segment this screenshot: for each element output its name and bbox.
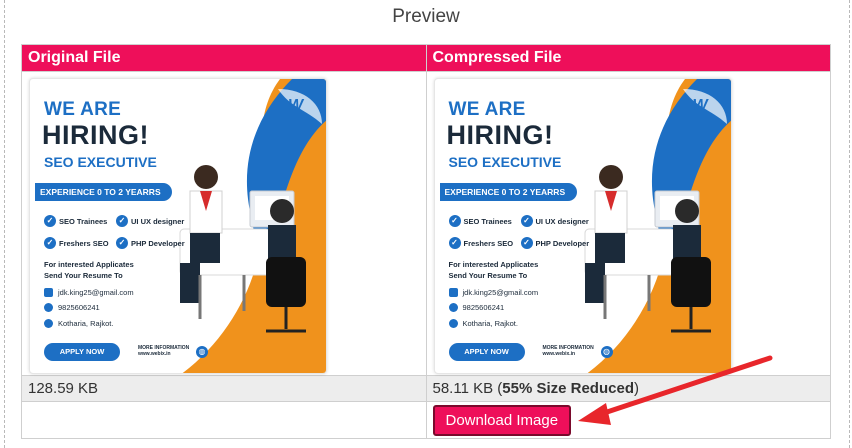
check-icon: ✓ [116,215,128,227]
whatsapp-icon [44,303,53,312]
skill-item: ✓ UI UX designer [520,215,589,227]
contact-phone: 9825606241 [448,303,505,312]
interest-line: Send Your Resume To [448,271,528,280]
download-image-button[interactable]: Download Image [432,404,572,436]
check-icon: ✓ [520,215,533,227]
contact-email: jdk.king25@gmail.com [44,288,134,297]
skill-label: PHP Developer [535,238,590,248]
phone-text: 9825606241 [462,303,505,312]
logo-letter: W [692,97,708,114]
size-reduction-close: ) [633,380,639,397]
role-title: SEO EXECUTIVE [44,154,157,170]
skill-item: ✓ Freshers SEO [44,237,109,249]
check-icon: ✓ [116,237,128,249]
compressed-size: 58.11 KB (55% Size Reduced) [425,375,831,402]
check-icon: ✓ [44,215,56,227]
skill-label: PHP Developer [131,238,185,248]
location-text: Kotharia, Rajkot. [58,319,114,328]
original-image: W WE ARE HIRING! SEO EXECUTIVE EXPERIENC… [29,78,327,374]
check-icon: ✓ [44,237,56,249]
apply-now-badge: APPLY NOW [448,343,525,361]
skill-item: ✓ SEO Trainees [44,215,107,227]
mail-icon [44,288,53,297]
experience-banner: EXPERIENCE 0 TO 2 YEARRS [35,183,172,201]
email-text: jdk.king25@gmail.com [58,288,134,297]
contact-location: Kotharia, Rajkot. [448,319,518,328]
phone-text: 9825606241 [58,303,100,312]
email-text: jdk.king25@gmail.com [462,288,539,297]
more-information: MORE INFORMATION www.webix.in [543,345,594,357]
experience-banner: EXPERIENCE 0 TO 2 YEARRS [439,183,577,201]
original-image-cell: W WE ARE HIRING! SEO EXECUTIVE EXPERIENC… [21,71,427,376]
original-file-header: Original File [21,44,427,72]
compressed-image: W WE ARE HIRING! SEO EXECUTIVE EXPERIENC… [433,78,732,374]
comparison-table: Original File Compressed File W WE ARE H… [21,44,831,439]
more-information: MORE INFORMATION www.webix.in [138,345,189,357]
compressed-size-value: 58.11 KB ( [432,380,503,397]
contact-email: jdk.king25@gmail.com [448,288,539,297]
mail-icon [448,288,458,297]
interest-text: For interested Applicates Send Your Resum… [449,259,539,281]
check-icon: ✓ [520,237,533,249]
preview-title: Preview [392,6,460,27]
skill-item: ✓ Freshers SEO [448,237,514,249]
original-action-cell [21,401,427,439]
skill-label: UI UX designer [131,216,185,226]
compressed-image-cell: W WE ARE HIRING! SEO EXECUTIVE EXPERIENC… [425,71,831,376]
skill-item: ✓ UI UX designer [116,215,184,227]
skill-item: ✓ PHP Developer [520,237,590,249]
globe-icon: ◍ [196,346,208,358]
skill-item: ✓ SEO Trainees [448,215,512,227]
role-title: SEO EXECUTIVE [448,154,562,170]
compressed-file-header: Compressed File [425,44,831,72]
whatsapp-icon [448,303,458,312]
logo-letter: W [288,97,304,114]
skill-label: UI UX designer [535,216,589,226]
interest-line: Send Your Resume To [44,271,123,280]
location-text: Kotharia, Rajkot. [462,319,518,328]
skill-label: Freshers SEO [59,238,109,248]
original-size: 128.59 KB [21,375,427,402]
headline-hiring: HIRING! [446,120,554,150]
interest-line: For interested Applicates [448,260,539,269]
size-reduction: 55% Size Reduced [502,380,634,397]
more-info-line: www.webix.in [542,351,576,357]
headline-we-are: WE ARE [448,99,526,120]
globe-icon: ◍ [600,346,613,358]
skill-label: Freshers SEO [463,238,514,248]
skill-label: SEO Trainees [59,216,108,226]
check-icon: ✓ [448,237,461,249]
headline-hiring: HIRING! [42,120,149,150]
check-icon: ✓ [448,215,461,227]
compressed-action-cell: Download Image [425,401,831,439]
location-pin-icon [448,319,458,328]
location-pin-icon [44,319,53,328]
original-size-value: 128.59 KB [28,380,99,397]
contact-location: Kotharia, Rajkot. [44,319,113,328]
more-info-line: www.webix.in [138,351,171,357]
headline-we-are: WE ARE [44,99,122,120]
apply-now-badge: APPLY NOW [44,343,120,361]
skill-label: SEO Trainees [463,216,512,226]
interest-text: For interested Applicates Send Your Resum… [44,259,134,281]
skill-item: ✓ PHP Developer [116,237,185,249]
contact-phone: 9825606241 [44,303,100,312]
interest-line: For interested Applicates [44,260,134,269]
